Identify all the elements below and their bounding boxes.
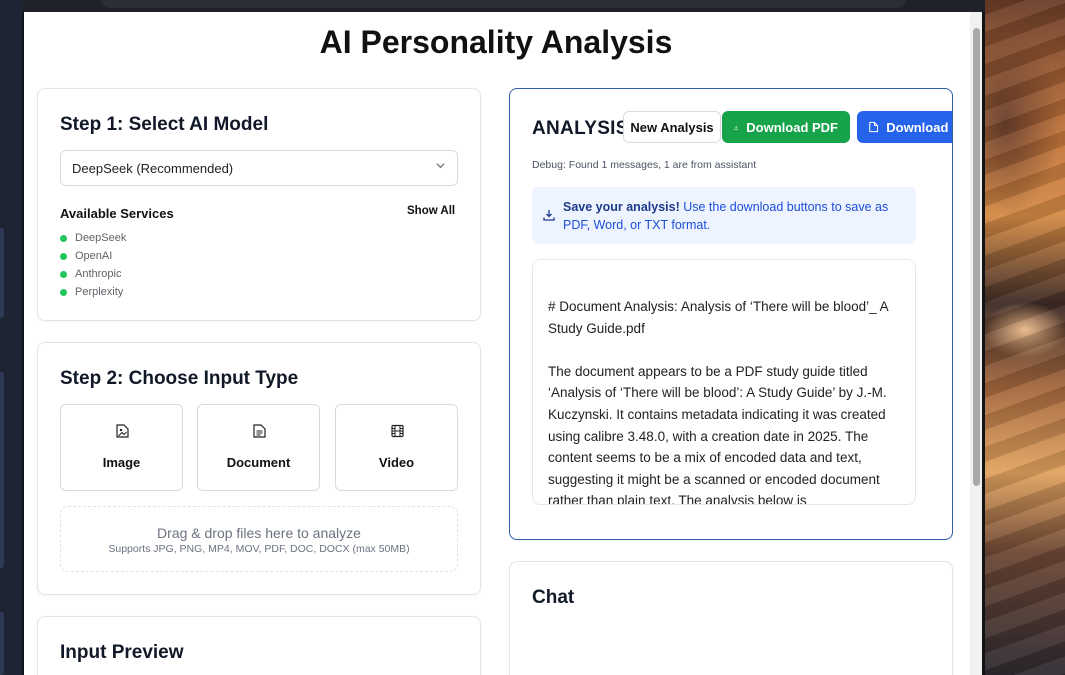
file-dropzone[interactable]: Drag & drop files here to analyze Suppor… <box>60 506 458 572</box>
input-type-label: Video <box>378 455 415 470</box>
page-title: AI Personality Analysis <box>319 24 673 60</box>
desktop-left-edge <box>0 0 24 675</box>
status-dot-icon <box>60 252 67 260</box>
browser-window: AI Personality Analysis Step 1: Select A… <box>22 0 985 675</box>
image-file-icon <box>116 424 129 438</box>
service-item: Perplexity <box>60 283 126 301</box>
preview-title: Input Preview <box>60 642 184 663</box>
save-notice-text: Save your analysis! Use the download but… <box>563 198 903 234</box>
show-all-button[interactable]: Show All <box>407 205 455 217</box>
page-scrollbar[interactable] <box>970 12 982 675</box>
status-dot-icon <box>60 288 67 296</box>
dropzone-subtitle: Supports JPG, PNG, MP4, MOV, PDF, DOC, D… <box>108 543 410 555</box>
service-item: OpenAI <box>60 247 126 265</box>
input-type-label: Document <box>226 455 291 470</box>
new-analysis-button[interactable]: New Analysis <box>623 111 721 143</box>
status-dot-icon <box>60 270 67 278</box>
chat-title: Chat <box>532 587 575 608</box>
service-name: Anthropic <box>75 268 122 280</box>
film-icon <box>391 424 404 438</box>
taskbar-indicator <box>0 612 4 675</box>
analysis-heading: # Document Analysis: Analysis of ‘There … <box>548 299 888 336</box>
step2-title: Step 2: Choose Input Type <box>60 368 299 389</box>
service-name: OpenAI <box>75 250 113 262</box>
analysis-output-text: # Document Analysis: Analysis of ‘There … <box>548 296 903 505</box>
input-type-image-button[interactable]: Image <box>60 404 183 491</box>
save-analysis-notice: Save your analysis! Use the download but… <box>532 187 916 244</box>
download-word-label: Download Word <box>886 119 952 135</box>
browser-toolbar <box>22 0 985 12</box>
analysis-output[interactable]: # Document Analysis: Analysis of ‘There … <box>532 259 916 505</box>
analysis-paragraph: The document appears to be a PDF study g… <box>548 363 887 505</box>
taskbar-indicator <box>0 228 4 318</box>
download-icon <box>543 210 555 221</box>
input-type-document-button[interactable]: Document <box>197 404 320 491</box>
chat-card: Chat <box>509 561 953 675</box>
new-analysis-label: New Analysis <box>630 119 714 135</box>
download-word-button[interactable]: Download Word <box>857 111 952 143</box>
step1-title: Step 1: Select AI Model <box>60 114 269 135</box>
input-type-card: Step 2: Choose Input Type Image Document… <box>37 342 481 595</box>
analysis-card: ANALYSIS New Analysis Download PDF Downl… <box>509 88 953 540</box>
input-type-video-button[interactable]: Video <box>335 404 458 491</box>
page-viewport: AI Personality Analysis Step 1: Select A… <box>24 12 982 675</box>
taskbar-indicator <box>0 372 4 568</box>
model-select[interactable]: DeepSeek (Recommended) <box>60 150 458 186</box>
download-icon <box>734 125 739 130</box>
status-dot-icon <box>60 234 67 242</box>
debug-text: Debug: Found 1 messages, 1 are from assi… <box>532 159 757 171</box>
dropzone-title: Drag & drop files here to analyze <box>157 525 361 541</box>
service-name: Perplexity <box>75 286 124 298</box>
file-icon <box>869 121 879 133</box>
download-pdf-label: Download PDF <box>746 119 838 135</box>
desktop-wallpaper <box>985 0 1065 675</box>
input-type-label: Image <box>102 455 141 470</box>
address-bar[interactable] <box>100 0 906 8</box>
document-icon <box>253 424 266 438</box>
service-item: DeepSeek <box>60 229 126 247</box>
service-item: Anthropic <box>60 265 126 283</box>
model-select-value: DeepSeek (Recommended) <box>72 161 234 176</box>
services-list: DeepSeek OpenAI Anthropic Perplexity <box>60 229 126 301</box>
model-select-card: Step 1: Select AI Model DeepSeek (Recomm… <box>37 88 481 321</box>
chevron-down-icon <box>436 163 445 169</box>
save-notice-bold: Save your analysis! <box>563 200 680 214</box>
service-name: DeepSeek <box>75 232 127 244</box>
services-title: Available Services <box>60 206 174 221</box>
input-preview-card: Input Preview <box>37 616 481 675</box>
analysis-title: ANALYSIS <box>532 118 629 139</box>
scrollbar-thumb[interactable] <box>973 28 980 486</box>
download-pdf-button[interactable]: Download PDF <box>722 111 850 143</box>
